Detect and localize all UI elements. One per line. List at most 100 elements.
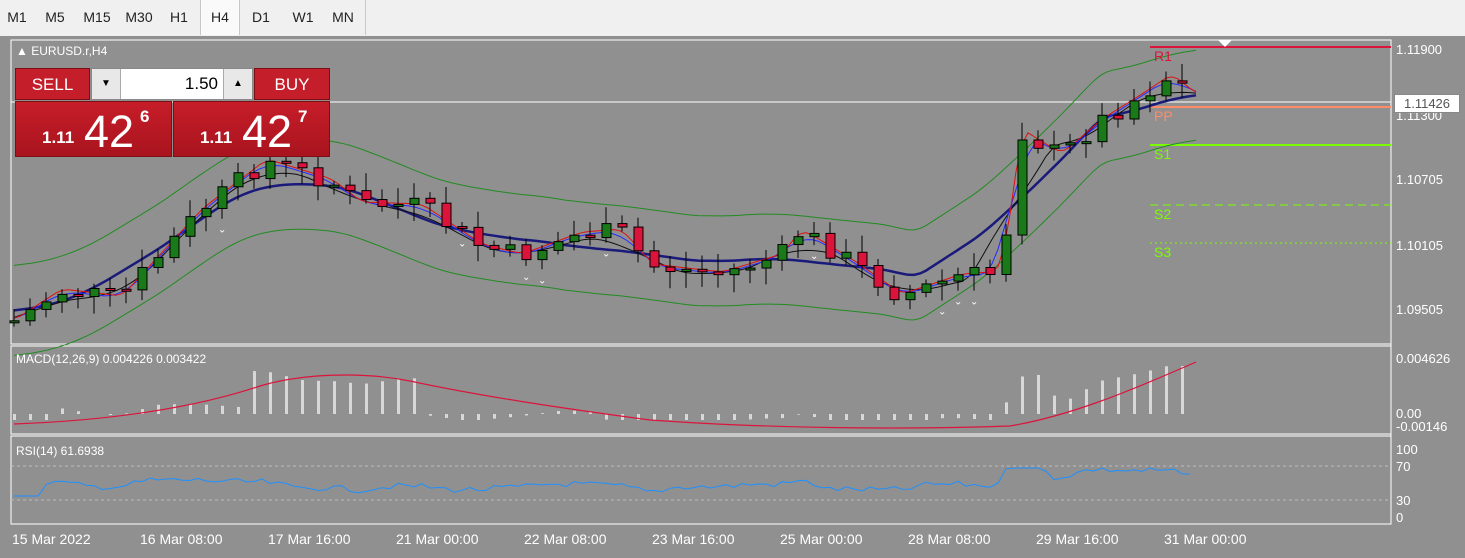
candle-body bbox=[713, 271, 724, 276]
macd-bar bbox=[973, 414, 976, 420]
candle-body bbox=[281, 160, 292, 164]
candle-body bbox=[1017, 139, 1028, 236]
pivot-s2-label: S2 bbox=[1154, 206, 1172, 222]
macd-bar bbox=[45, 414, 48, 420]
macd-bar bbox=[1117, 377, 1120, 414]
tf-h1[interactable]: H1 bbox=[160, 0, 198, 35]
macd-bar bbox=[13, 414, 16, 420]
macd-bar bbox=[173, 404, 176, 414]
fractal-icon: ⌄ bbox=[938, 307, 946, 318]
date-tick: 29 Mar 16:00 bbox=[1036, 531, 1119, 547]
date-tick: 25 Mar 00:00 bbox=[780, 531, 863, 547]
macd-bar bbox=[285, 376, 288, 414]
macd-bar bbox=[301, 380, 304, 414]
buy-price-pips: 42 bbox=[242, 106, 293, 157]
current-price-tag: 1.11426 bbox=[1394, 94, 1460, 113]
tf-w1[interactable]: W1 bbox=[282, 0, 324, 35]
candle-body bbox=[633, 226, 644, 252]
candle-body bbox=[1081, 141, 1092, 145]
fractal-icon: ⌄ bbox=[810, 251, 818, 262]
lot-size-control: ▼ 1.50 ▲ bbox=[91, 68, 253, 100]
candle-body bbox=[137, 266, 148, 291]
macd-bar bbox=[365, 383, 368, 414]
fractal-icon: ⌄ bbox=[218, 225, 226, 236]
tf-mn[interactable]: MN bbox=[324, 0, 362, 35]
macd-bar bbox=[381, 381, 384, 414]
candle-body bbox=[793, 236, 804, 246]
candle-body bbox=[201, 207, 212, 218]
macd-bar bbox=[509, 414, 512, 418]
price-tick: 1.11900 bbox=[1396, 42, 1443, 57]
candle-body bbox=[73, 293, 84, 298]
lot-increase-icon[interactable]: ▲ bbox=[223, 69, 252, 99]
candle-body bbox=[393, 203, 404, 207]
macd-bar bbox=[1101, 380, 1104, 414]
sell-price[interactable]: 1.11 42 6 bbox=[15, 101, 172, 157]
macd-bar bbox=[445, 414, 448, 419]
fractal-icon: ⌄ bbox=[954, 297, 962, 308]
macd-bar bbox=[221, 405, 224, 414]
macd-bar bbox=[349, 382, 352, 414]
date-tick: 28 Mar 08:00 bbox=[908, 531, 991, 547]
lot-decrease-icon[interactable]: ▼ bbox=[92, 69, 121, 99]
candle-body bbox=[1001, 234, 1012, 275]
rsi-line bbox=[14, 467, 1191, 497]
macd-bar bbox=[845, 414, 848, 420]
shift-marker-icon bbox=[1218, 40, 1232, 47]
macd-bar bbox=[781, 414, 784, 419]
candle-body bbox=[953, 274, 964, 282]
candle-body bbox=[361, 190, 372, 201]
sell-price-prefix: 1.11 bbox=[42, 128, 75, 147]
candle-body bbox=[537, 249, 548, 261]
macd-bar bbox=[925, 414, 928, 420]
candle-body bbox=[169, 235, 180, 259]
macd-bar bbox=[813, 414, 816, 418]
buy-button[interactable]: BUY bbox=[254, 68, 330, 100]
lot-size-input[interactable]: 1.50 bbox=[122, 69, 222, 99]
one-click-trading-panel: SELL ▼ 1.50 ▲ BUY 1.11 42 6 1.11 42 7 bbox=[15, 68, 330, 157]
candle-body bbox=[153, 257, 164, 268]
macd-bar bbox=[189, 404, 192, 414]
tf-h4[interactable]: H4 bbox=[200, 0, 240, 35]
candle-body bbox=[121, 288, 132, 292]
candle-body bbox=[329, 184, 340, 188]
tf-m1[interactable]: M1 bbox=[0, 0, 34, 35]
candle-body bbox=[9, 320, 20, 324]
fractal-icon: ⌄ bbox=[970, 297, 978, 308]
macd-tick: -0.00146 bbox=[1396, 419, 1448, 434]
macd-bar bbox=[717, 414, 720, 420]
tf-d1[interactable]: D1 bbox=[242, 0, 280, 35]
candle-body bbox=[569, 234, 580, 243]
macd-bar bbox=[877, 414, 880, 420]
candle-body bbox=[217, 186, 228, 209]
price-tick: 1.09505 bbox=[1396, 302, 1443, 317]
symbol-label: ▲ EURUSD.r,H4 bbox=[16, 44, 107, 58]
pivot-s3-label: S3 bbox=[1154, 244, 1172, 260]
macd-bar bbox=[429, 414, 432, 416]
sell-button[interactable]: SELL bbox=[15, 68, 90, 100]
buy-price[interactable]: 1.11 42 7 bbox=[173, 101, 330, 157]
date-tick: 21 Mar 00:00 bbox=[396, 531, 479, 547]
candle-body bbox=[265, 160, 276, 180]
macd-bar bbox=[701, 414, 704, 420]
tf-m5[interactable]: M5 bbox=[36, 0, 74, 35]
collapse-arrow-icon[interactable]: ▲ bbox=[16, 44, 28, 58]
macd-bar bbox=[541, 413, 544, 414]
macd-bar bbox=[397, 378, 400, 414]
macd-bar bbox=[1181, 366, 1184, 414]
candle-body bbox=[729, 268, 740, 276]
candle-body bbox=[345, 184, 356, 192]
chart-window[interactable]: ⌄ ⌄ ⌄ ⌄ ⌄ ⌄ ⌄ ⌄ ⌄ ▲ EURUSD.r,H4 SELL ▼ 1.50 ▲ BU… bbox=[0, 36, 1465, 558]
macd-bar bbox=[205, 404, 208, 414]
tf-m15[interactable]: M15 bbox=[76, 0, 118, 35]
candle-body bbox=[905, 291, 916, 301]
candle-body bbox=[873, 265, 884, 288]
candle-body bbox=[57, 293, 68, 303]
tf-m30[interactable]: M30 bbox=[120, 0, 158, 35]
candle-body bbox=[297, 162, 308, 169]
macd-bar bbox=[493, 414, 496, 419]
price-tick: 1.10105 bbox=[1396, 238, 1443, 253]
candle-body bbox=[457, 226, 468, 230]
macd-bar bbox=[109, 414, 112, 416]
candle-body bbox=[553, 241, 564, 251]
